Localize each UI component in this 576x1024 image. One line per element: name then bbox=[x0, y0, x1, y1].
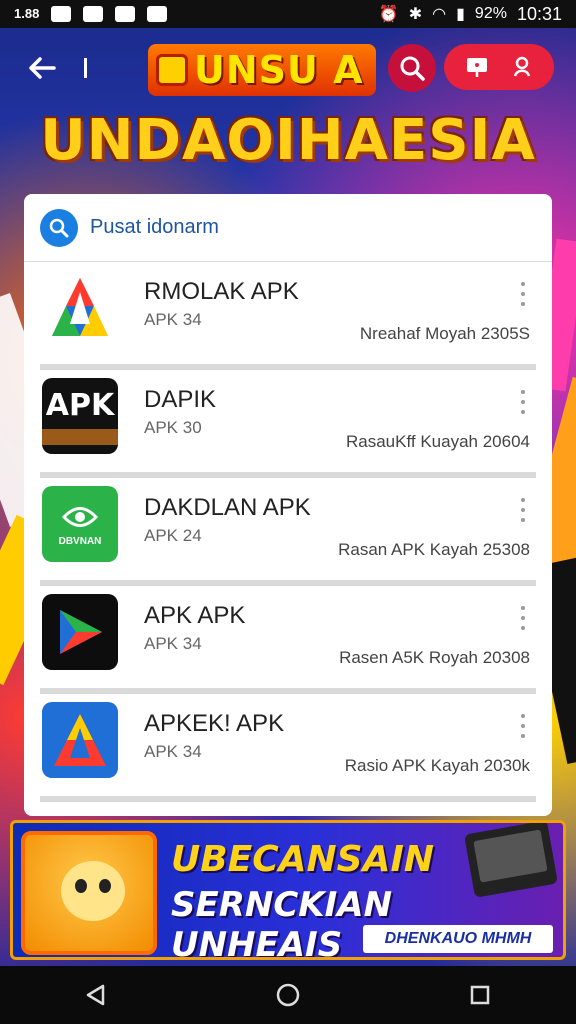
search-icon bbox=[400, 56, 425, 81]
banner-cta-button[interactable]: DHENKAUO MHMH bbox=[363, 925, 553, 953]
app-name: RMOLAK APK bbox=[144, 278, 299, 305]
user-icon bbox=[513, 56, 530, 77]
app-meta: Rasan APK Kayah 25308 bbox=[338, 540, 530, 559]
app-list-card: Pusat idonarm RMOLAK APK APK 34 Nreahaf … bbox=[24, 194, 552, 816]
app-icon bbox=[42, 270, 118, 346]
list-item[interactable]: APK APK APK 34 Rasen A5K Royah 20308 bbox=[40, 586, 536, 694]
app-icon bbox=[42, 702, 118, 778]
brand-text: UNSU A bbox=[194, 48, 364, 92]
search-bar[interactable]: Pusat idonarm bbox=[24, 194, 552, 262]
app-name: APKEK! APK bbox=[144, 710, 285, 737]
more-options-icon[interactable] bbox=[518, 390, 528, 414]
presentation-icon bbox=[466, 58, 487, 77]
nav-recents-button[interactable] bbox=[460, 975, 500, 1015]
app-name: DAPIK bbox=[144, 386, 217, 413]
brand-mark-icon bbox=[156, 54, 188, 86]
app-icon-band bbox=[42, 428, 118, 445]
nav-back-button[interactable] bbox=[76, 975, 116, 1015]
app-meta: Rasio APK Kayah 2030k bbox=[344, 756, 530, 775]
bluetooth-icon: ✱ bbox=[408, 6, 423, 23]
app-version: APK 24 bbox=[144, 526, 202, 545]
circle-home-icon bbox=[276, 983, 300, 1007]
list-item[interactable]: APKEK! APK APK 34 Rasio APK Kayah 2030k bbox=[40, 694, 536, 802]
app-icon bbox=[42, 594, 118, 670]
present-button[interactable] bbox=[463, 53, 491, 81]
list-item[interactable]: RMOLAK APK APK 34 Nreahaf Moyah 2305S bbox=[40, 262, 536, 370]
page-title: UNDAOIHAESIA bbox=[40, 108, 536, 173]
search-icon bbox=[40, 208, 78, 247]
app-list: RMOLAK APK APK 34 Nreahaf Moyah 2305S AP… bbox=[24, 262, 552, 802]
list-item[interactable]: DBVNAN DAKDLAN APK APK 24 Rasan APK Kaya… bbox=[40, 478, 536, 586]
wifi-icon: ◠ bbox=[432, 6, 447, 23]
notification-icon bbox=[115, 6, 136, 22]
mascot-eye bbox=[99, 879, 111, 893]
alarm-icon: ⏰ bbox=[378, 6, 399, 23]
app-name: APK APK bbox=[144, 602, 246, 629]
arrow-left-icon bbox=[29, 57, 56, 79]
mascot-eye bbox=[75, 879, 87, 893]
battery-text: 92% bbox=[474, 5, 507, 22]
notification-icon bbox=[51, 6, 72, 22]
banner-title: UBECANSAIN bbox=[171, 839, 434, 880]
app-icon: DBVNAN bbox=[42, 486, 118, 562]
system-nav-bar bbox=[0, 966, 576, 1024]
mascot-image bbox=[21, 831, 157, 955]
app-icon-text: DBVNAN bbox=[58, 535, 102, 547]
more-options-icon[interactable] bbox=[518, 498, 528, 522]
app-meta: Rasen A5K Royah 20308 bbox=[339, 648, 530, 667]
list-item[interactable]: APK DAPIK APK 30 RasauKff Kuayah 20604 bbox=[40, 370, 536, 478]
square-recents-icon bbox=[470, 985, 490, 1005]
more-options-icon[interactable] bbox=[518, 714, 528, 738]
header: UNSU A UNDAOIHAESIA bbox=[0, 28, 576, 198]
triangle-back-icon bbox=[86, 984, 105, 1006]
notification-icon bbox=[83, 6, 104, 22]
carrier-text: 1.88 bbox=[14, 6, 40, 21]
signal-icon: ▮ bbox=[456, 6, 465, 23]
app-name: DAKDLAN APK bbox=[144, 494, 311, 521]
app-meta: Nreahaf Moyah 2305S bbox=[359, 324, 530, 343]
app-version: APK 34 bbox=[144, 742, 202, 761]
search-button[interactable] bbox=[388, 44, 436, 92]
header-actions bbox=[444, 44, 554, 90]
account-button[interactable] bbox=[508, 53, 536, 81]
app-version: APK 34 bbox=[144, 310, 202, 329]
app-meta: RasauKff Kuayah 20604 bbox=[346, 432, 530, 451]
brand-logo: UNSU A bbox=[148, 44, 376, 96]
mascot-face bbox=[61, 861, 125, 921]
more-options-icon[interactable] bbox=[518, 282, 528, 306]
back-button[interactable] bbox=[22, 50, 62, 86]
nav-home-button[interactable] bbox=[268, 975, 308, 1015]
promo-banner[interactable]: UBECANSAIN SERNCKIAN UNHEAIS DHENKAUO MH… bbox=[10, 820, 566, 960]
header-divider bbox=[84, 58, 87, 78]
app-icon: APK bbox=[42, 378, 118, 454]
status-bar: 1.88 ⏰ ✱ ◠ ▮ 92% 10:31 bbox=[0, 0, 576, 28]
search-input[interactable]: Pusat idonarm bbox=[90, 216, 219, 239]
app-version: APK 30 bbox=[144, 418, 202, 437]
notification-icon bbox=[147, 6, 168, 22]
more-options-icon[interactable] bbox=[518, 606, 528, 630]
app-icon-text: APK bbox=[45, 387, 115, 423]
clock: 10:31 bbox=[516, 3, 562, 24]
app-version: APK 34 bbox=[144, 634, 202, 653]
